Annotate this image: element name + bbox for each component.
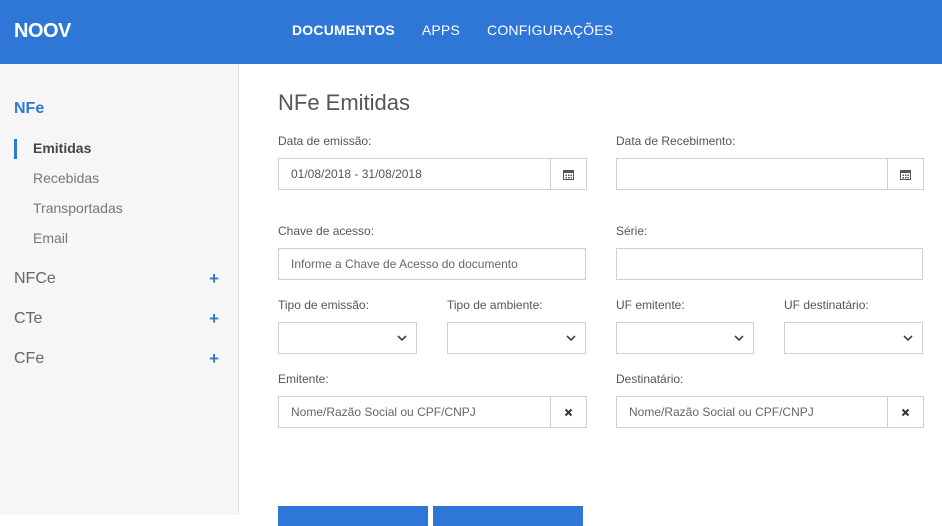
chevron-down-icon — [903, 335, 913, 342]
calendar-button[interactable] — [887, 158, 924, 190]
tipo-emissao-label: Tipo de emissão: — [278, 298, 369, 312]
active-indicator — [14, 139, 17, 159]
emitente-placeholder: Nome/Razão Social ou CPF/CNPJ — [291, 405, 476, 419]
uf-destinatario-label: UF destinatário: — [784, 298, 869, 312]
chave-acesso-label: Chave de acesso: — [278, 224, 375, 238]
tipo-ambiente-label: Tipo de ambiente: — [447, 298, 543, 312]
chevron-down-icon — [734, 335, 744, 342]
serie-input[interactable] — [616, 248, 923, 280]
sidebar-group-label: CFe — [14, 350, 45, 367]
destinatario-input[interactable]: Nome/Razão Social ou CPF/CNPJ — [616, 396, 924, 428]
destinatario-label: Destinatário: — [616, 372, 684, 386]
expand-plus-icon[interactable]: + — [209, 269, 219, 289]
serie-label: Série: — [616, 224, 648, 238]
action-button-2[interactable] — [433, 506, 583, 526]
sidebar-group-label: CTe — [14, 310, 43, 327]
action-button-1[interactable] — [278, 506, 428, 526]
calendar-icon — [563, 169, 574, 180]
tipo-emissao-select[interactable] — [278, 322, 417, 354]
logo[interactable]: NOOV — [14, 20, 71, 43]
page-title: NFe Emitidas — [278, 90, 411, 115]
chave-acesso-input[interactable]: Informe a Chave de Acesso do documento — [278, 248, 586, 280]
sidebar-section-nfe[interactable]: NFe — [14, 100, 44, 118]
clear-icon — [901, 408, 910, 416]
sidebar-group-nfce[interactable]: NFCe + — [14, 269, 219, 289]
sidebar: NFe Emitidas Recebidas Transportadas Ema… — [0, 64, 239, 515]
nav-apps[interactable]: APPS — [422, 22, 460, 38]
expand-plus-icon[interactable]: + — [209, 309, 219, 329]
uf-destinatario-select[interactable] — [784, 322, 923, 354]
data-emissao-label: Data de emissão: — [278, 134, 372, 148]
main-nav: DOCUMENTOS APPS CONFIGURAÇÕES — [292, 22, 640, 38]
top-bar: NOOV DOCUMENTOS APPS CONFIGURAÇÕES — [0, 0, 942, 64]
tipo-ambiente-select[interactable] — [447, 322, 586, 354]
sidebar-item-recebidas[interactable]: Recebidas — [33, 170, 99, 186]
nav-configuracoes[interactable]: CONFIGURAÇÕES — [487, 22, 613, 38]
calendar-button[interactable] — [550, 158, 587, 190]
emitente-input[interactable]: Nome/Razão Social ou CPF/CNPJ — [278, 396, 587, 428]
nav-documentos[interactable]: DOCUMENTOS — [292, 22, 395, 38]
clear-emitente-button[interactable] — [550, 396, 587, 428]
uf-emitente-label: UF emitente: — [616, 298, 685, 312]
chevron-down-icon — [397, 335, 407, 342]
destinatario-placeholder: Nome/Razão Social ou CPF/CNPJ — [629, 405, 814, 419]
chave-acesso-placeholder: Informe a Chave de Acesso do documento — [291, 257, 518, 271]
clear-destinatario-button[interactable] — [887, 396, 924, 428]
sidebar-group-cte[interactable]: CTe + — [14, 309, 219, 329]
emitente-label: Emitente: — [278, 372, 329, 386]
sidebar-group-cfe[interactable]: CFe + — [14, 349, 219, 369]
uf-emitente-select[interactable] — [616, 322, 754, 354]
clear-icon — [564, 408, 573, 416]
calendar-icon — [900, 169, 911, 180]
data-recebimento-field[interactable] — [616, 158, 924, 190]
data-recebimento-label: Data de Recebimento: — [616, 134, 736, 148]
chevron-down-icon — [566, 335, 576, 342]
data-emissao-value: 01/08/2018 - 31/08/2018 — [291, 167, 422, 181]
expand-plus-icon[interactable]: + — [209, 349, 219, 369]
data-emissao-field[interactable]: 01/08/2018 - 31/08/2018 — [278, 158, 587, 190]
sidebar-item-transportadas[interactable]: Transportadas — [33, 200, 123, 216]
sidebar-item-email[interactable]: Email — [33, 230, 68, 246]
sidebar-group-label: NFCe — [14, 270, 56, 287]
sidebar-item-emitidas[interactable]: Emitidas — [33, 140, 91, 156]
